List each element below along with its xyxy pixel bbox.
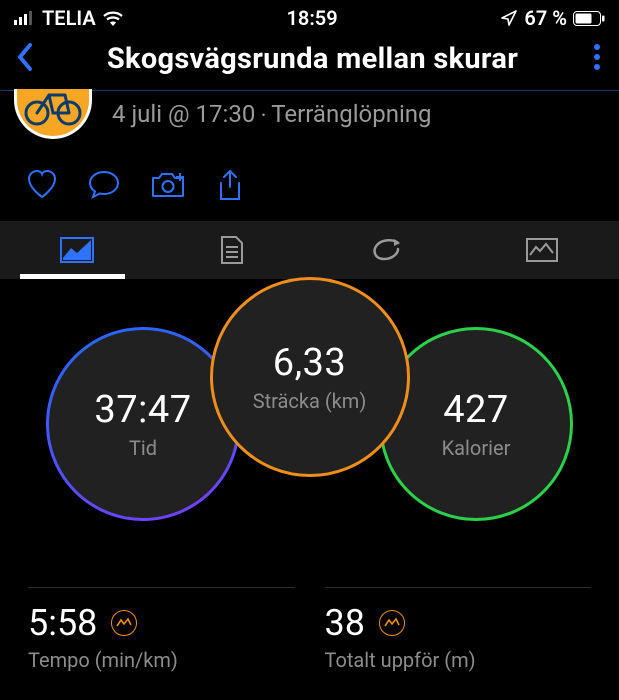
metric-calories-label: Kalorier bbox=[442, 436, 511, 460]
metric-calories-value: 427 bbox=[443, 388, 509, 432]
like-icon[interactable] bbox=[26, 169, 58, 199]
stats-flag-icon bbox=[59, 236, 95, 264]
bicycle-icon bbox=[23, 91, 83, 127]
wifi-icon bbox=[102, 10, 124, 26]
activity-date-type: 4 juli @ 17:30 ‧ Terränglöpning bbox=[112, 100, 432, 128]
tab-stats[interactable] bbox=[0, 221, 155, 279]
laps-icon bbox=[370, 237, 404, 263]
bottom-stats: 5:58 Tempo (min/km) 38 Totalt uppför (m) bbox=[0, 557, 619, 672]
metric-time-label: Tid bbox=[129, 436, 157, 460]
chart-icon bbox=[525, 237, 559, 263]
carrier-label: TELIA bbox=[42, 6, 96, 30]
kebab-icon bbox=[593, 43, 601, 71]
tab-charts[interactable] bbox=[464, 221, 619, 279]
status-left: TELIA bbox=[14, 6, 124, 30]
metric-time-value: 37:47 bbox=[94, 388, 191, 432]
status-time: 18:59 bbox=[286, 6, 337, 30]
tab-bar bbox=[0, 221, 619, 279]
metrics-summary: 37:47 Tid 427 Kalorier 6,33 Sträcka (km) bbox=[0, 277, 619, 557]
app-header: Skogsvägsrunda mellan skurar bbox=[0, 34, 619, 91]
social-actions bbox=[0, 155, 619, 221]
stat-pace: 5:58 Tempo (min/km) bbox=[28, 587, 295, 672]
camera-icon[interactable] bbox=[150, 169, 186, 199]
metric-calories-circle: 427 Kalorier bbox=[379, 327, 573, 521]
comment-icon[interactable] bbox=[88, 169, 120, 199]
share-icon[interactable] bbox=[216, 169, 244, 203]
location-arrow-icon bbox=[500, 9, 518, 27]
stat-pace-value: 5:58 bbox=[28, 602, 97, 644]
stat-ascent: 38 Totalt uppför (m) bbox=[325, 587, 592, 672]
trend-badge-icon bbox=[111, 610, 137, 636]
avatar[interactable] bbox=[14, 89, 92, 139]
stat-ascent-label: Totalt uppför (m) bbox=[325, 648, 592, 672]
battery-icon bbox=[573, 11, 605, 26]
document-icon bbox=[219, 235, 245, 265]
chevron-left-icon bbox=[16, 42, 34, 72]
activity-subheader: 4 juli @ 17:30 ‧ Terränglöpning bbox=[0, 89, 619, 155]
tab-laps[interactable] bbox=[310, 221, 465, 279]
metric-distance-value: 6,33 bbox=[273, 341, 347, 385]
metric-distance-circle: 6,33 Sträcka (km) bbox=[210, 277, 410, 477]
back-button[interactable] bbox=[10, 42, 40, 76]
metric-distance-label: Sträcka (km) bbox=[253, 389, 367, 413]
status-right: 67 % bbox=[500, 6, 605, 30]
stat-ascent-value: 38 bbox=[325, 602, 365, 644]
tab-details[interactable] bbox=[155, 221, 310, 279]
more-menu-button[interactable] bbox=[585, 43, 609, 75]
battery-percent: 67 % bbox=[524, 6, 567, 30]
status-bar: TELIA 18:59 67 % bbox=[0, 0, 619, 34]
stat-pace-label: Tempo (min/km) bbox=[28, 648, 295, 672]
trend-badge-icon bbox=[379, 610, 405, 636]
page-title: Skogsvägsrunda mellan skurar bbox=[50, 42, 575, 76]
signal-bars-icon bbox=[14, 11, 36, 25]
